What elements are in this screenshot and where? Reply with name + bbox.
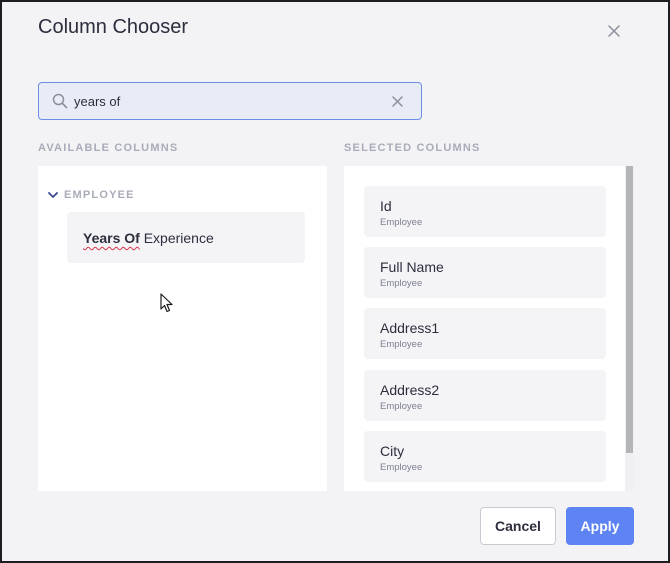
column-name: Address2 bbox=[380, 382, 440, 398]
chevron-down-icon bbox=[48, 186, 58, 204]
selected-column-item[interactable]: City Employee bbox=[364, 431, 606, 482]
group-employee-toggle[interactable]: EMPLOYEE bbox=[48, 188, 135, 202]
column-label-rest: Experience bbox=[139, 230, 214, 246]
column-group: Employee bbox=[380, 278, 423, 289]
mouse-cursor-icon bbox=[160, 293, 174, 313]
selected-column-item[interactable]: Id Employee bbox=[364, 186, 606, 237]
scrollbar-thumb[interactable] bbox=[626, 166, 633, 453]
column-name: Full Name bbox=[380, 259, 444, 275]
selected-column-item[interactable]: Address2 Employee bbox=[364, 370, 606, 421]
available-columns-panel: EMPLOYEE Years Of Experience bbox=[38, 166, 327, 491]
column-group: Employee bbox=[380, 462, 423, 473]
cancel-button[interactable]: Cancel bbox=[480, 507, 556, 545]
column-chooser-dialog: Column Chooser AVAILABLE COLUMNS SELECTE… bbox=[0, 0, 670, 563]
selected-column-item[interactable]: Address1 Employee bbox=[364, 308, 606, 359]
close-icon[interactable] bbox=[605, 22, 623, 40]
group-label: EMPLOYEE bbox=[64, 189, 135, 201]
clear-icon[interactable] bbox=[391, 95, 404, 108]
available-column-item[interactable]: Years Of Experience bbox=[67, 212, 305, 263]
selected-column-item[interactable]: Full Name Employee bbox=[364, 247, 606, 298]
column-name: Id bbox=[380, 198, 392, 214]
column-name: Address1 bbox=[380, 320, 440, 336]
selected-columns-heading: SELECTED COLUMNS bbox=[344, 142, 481, 154]
apply-button[interactable]: Apply bbox=[566, 507, 634, 545]
search-match-highlight: Years Of bbox=[83, 230, 140, 246]
search-input[interactable] bbox=[74, 89, 384, 113]
dialog-title: Column Chooser bbox=[38, 16, 189, 38]
column-name: City bbox=[380, 443, 405, 459]
column-group: Employee bbox=[380, 217, 423, 228]
available-columns-heading: AVAILABLE COLUMNS bbox=[38, 142, 179, 154]
search-icon bbox=[52, 93, 68, 109]
column-group: Employee bbox=[380, 401, 423, 412]
selected-columns-panel: Id Employee Full Name Employee Address1 … bbox=[344, 166, 634, 491]
column-group: Employee bbox=[380, 339, 423, 350]
search-box bbox=[38, 82, 422, 120]
